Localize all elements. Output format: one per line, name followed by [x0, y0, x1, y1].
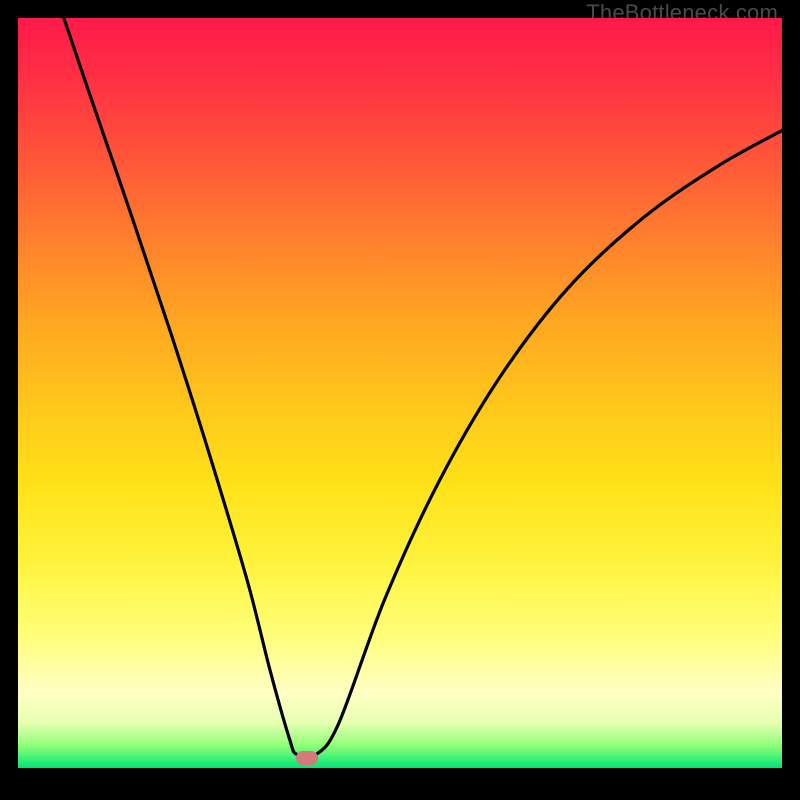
chart-frame	[18, 18, 782, 782]
optimal-point-marker	[296, 751, 318, 765]
curve-svg	[18, 18, 782, 768]
bottleneck-curve	[64, 18, 782, 758]
plot-area	[18, 18, 782, 768]
